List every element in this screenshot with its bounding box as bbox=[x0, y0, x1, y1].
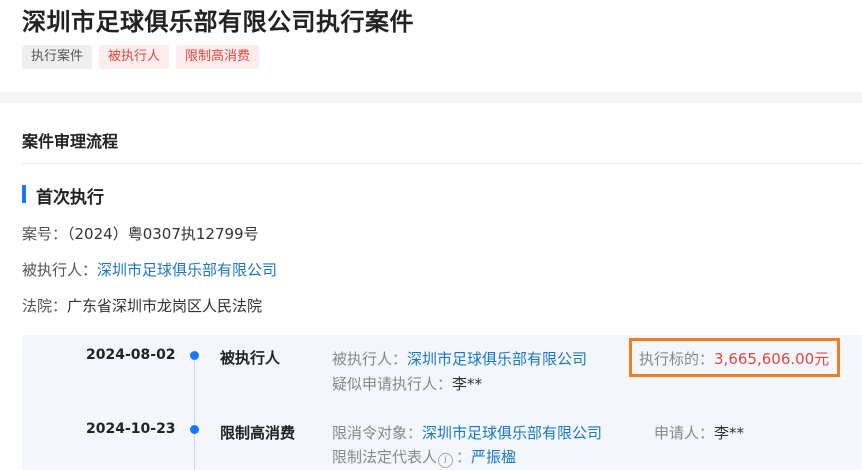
restriction-object-label: 限消令对象： bbox=[332, 424, 423, 442]
case-process-card: 案件审理流程 首次执行 案号：（2024）粤0307执12799号 被执行人：深… bbox=[0, 103, 862, 470]
case-number-value: （2024）粤0307执12799号 bbox=[67, 225, 259, 243]
tag-execution-case[interactable]: 执行案件 bbox=[22, 45, 93, 69]
timeline-applicant-row: 疑似申请执行人：李** bbox=[332, 373, 482, 394]
timeline-event-type: 被执行人 bbox=[220, 349, 281, 367]
timeline-executed-row: 被执行人：深圳市足球俱乐部有限公司 bbox=[332, 348, 587, 369]
timeline-target-row: 执行标的：3,665,606.00元 bbox=[639, 348, 829, 369]
case-header: 深圳市足球俱乐部有限公司执行案件 执行案件 被执行人 限制高消费 bbox=[0, 0, 862, 92]
timeline-restriction-object-row: 限消令对象：深圳市足球俱乐部有限公司 bbox=[332, 422, 602, 443]
timeline-event-type: 限制高消费 bbox=[220, 424, 296, 442]
stage-accent-bar bbox=[22, 185, 26, 203]
timeline-date: 2024-08-02 bbox=[86, 347, 176, 363]
legal-rep-link[interactable]: 严振楹 bbox=[471, 448, 516, 466]
timeline-legal-rep-row: 限制法定代表人 i ：严振楹 bbox=[332, 446, 516, 468]
timeline-line bbox=[194, 357, 195, 470]
timeline-dot bbox=[190, 351, 199, 360]
applicant-value: 李** bbox=[714, 424, 745, 442]
legal-rep-colon: ： bbox=[456, 448, 472, 466]
executed-link[interactable]: 深圳市足球俱乐部有限公司 bbox=[407, 350, 587, 368]
page-title: 深圳市足球俱乐部有限公司执行案件 bbox=[22, 8, 414, 36]
executed-party-label: 被执行人： bbox=[22, 261, 98, 279]
executed-label: 被执行人： bbox=[332, 350, 408, 368]
executed-party-row: 被执行人：深圳市足球俱乐部有限公司 bbox=[22, 259, 277, 280]
executed-party-link[interactable]: 深圳市足球俱乐部有限公司 bbox=[97, 261, 277, 279]
court-label: 法院： bbox=[22, 297, 68, 315]
court-value: 广东省深圳市龙岗区人民法院 bbox=[67, 297, 263, 315]
case-tags: 执行案件 被执行人 限制高消费 bbox=[22, 45, 260, 69]
court-row: 法院：广东省深圳市龙岗区人民法院 bbox=[22, 295, 262, 316]
stage-title: 首次执行 bbox=[36, 188, 104, 208]
tag-consumption-restriction[interactable]: 限制高消费 bbox=[176, 45, 260, 69]
timeline-applicant-row: 申请人：李** bbox=[654, 422, 744, 443]
tag-executed-person[interactable]: 被执行人 bbox=[99, 45, 170, 69]
applicant-label: 疑似申请执行人： bbox=[332, 375, 453, 393]
target-label: 执行标的： bbox=[639, 350, 715, 368]
applicant-value: 李** bbox=[452, 375, 483, 393]
info-icon[interactable]: i bbox=[438, 453, 454, 468]
divider bbox=[22, 163, 862, 164]
section-title: 案件审理流程 bbox=[22, 132, 119, 151]
restriction-object-link[interactable]: 深圳市足球俱乐部有限公司 bbox=[422, 424, 602, 442]
timeline-date: 2024-10-23 bbox=[86, 421, 176, 437]
legal-rep-label: 限制法定代表人 bbox=[332, 448, 438, 466]
case-number-label: 案号： bbox=[22, 225, 68, 243]
target-amount: 3,665,606.00元 bbox=[714, 350, 830, 368]
case-number-row: 案号：（2024）粤0307执12799号 bbox=[22, 223, 259, 244]
applicant-label: 申请人： bbox=[654, 424, 715, 442]
timeline: 2024-08-02 被执行人 被执行人：深圳市足球俱乐部有限公司 疑似申请执行… bbox=[22, 335, 862, 470]
timeline-dot bbox=[190, 425, 199, 434]
